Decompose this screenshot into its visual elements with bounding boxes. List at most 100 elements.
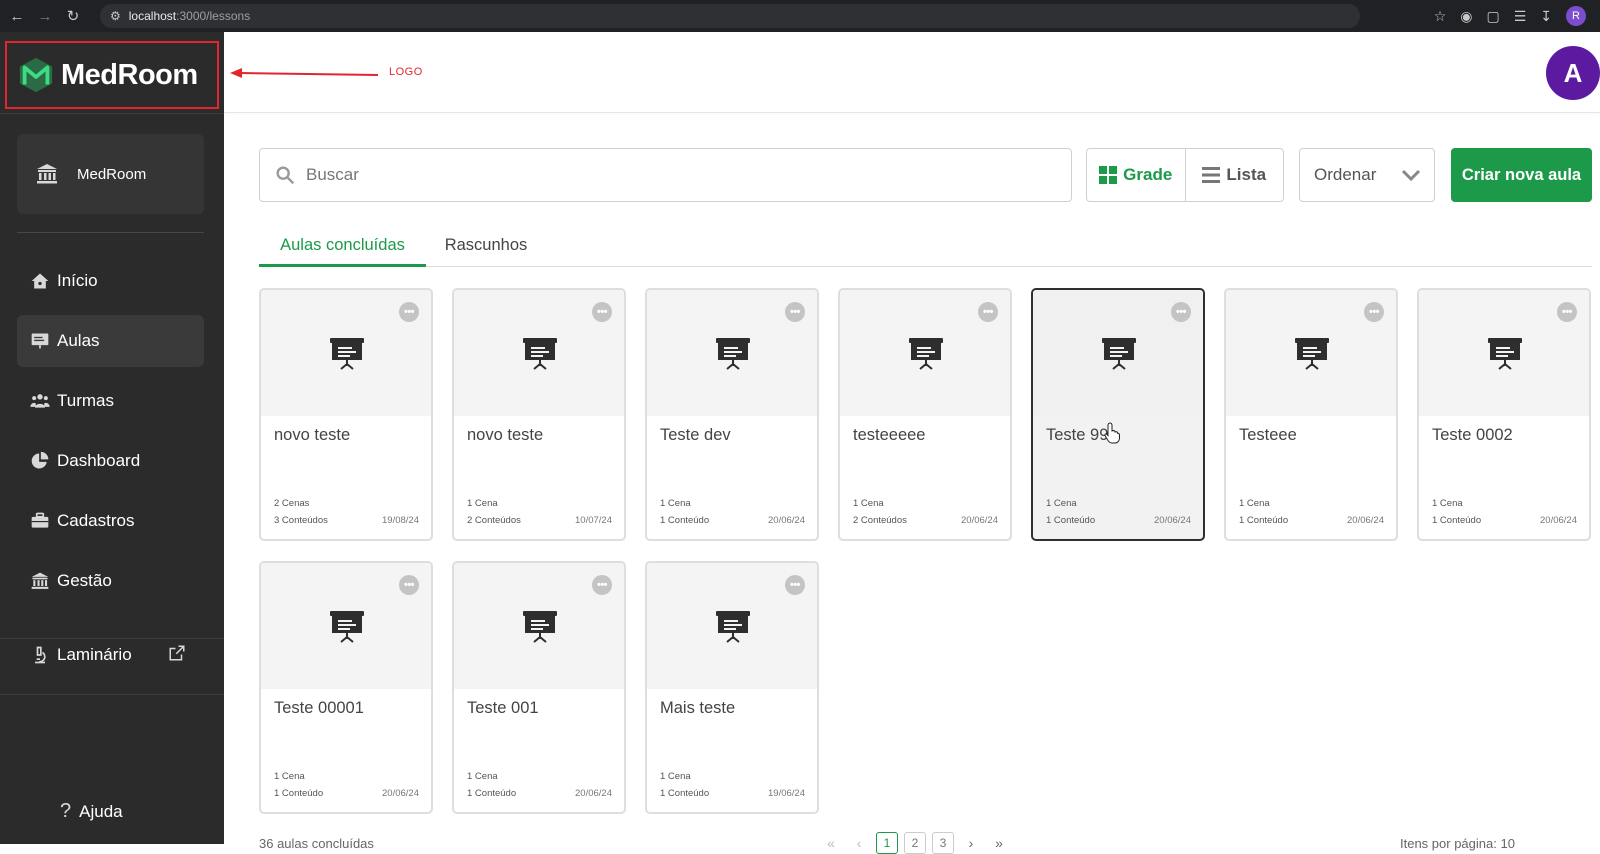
lesson-scenes: 1 Cena [467,771,498,782]
more-options-icon[interactable]: ••• [399,575,419,595]
reload-icon[interactable]: ↻ [62,5,84,27]
sidebar-item-label: Início [57,271,98,290]
lesson-board-icon [330,338,364,370]
lesson-title: Teste 00001 [274,699,364,717]
sidebar-item-gestao[interactable]: Gestão [17,555,204,607]
sidebar-item-label: Dashboard [57,451,141,470]
lesson-board-icon [1295,338,1329,370]
lesson-contents: 1 Conteúdo [660,788,710,799]
tab-drafts[interactable]: Rascunhos [426,232,546,267]
media-icon[interactable]: ☰ [1514,8,1527,25]
page-button[interactable]: 2 [904,832,926,854]
more-options-icon[interactable]: ••• [785,575,805,595]
lesson-thumbnail: ••• [454,290,624,416]
lesson-card[interactable]: ••• novo teste 1 Cena 2 Conteúdos 10/07/… [452,288,626,541]
lesson-contents: 1 Conteúdo [1046,515,1096,526]
extension-bulb-icon[interactable]: ◉ [1460,8,1472,25]
star-icon[interactable]: ☆ [1434,8,1447,25]
lesson-card[interactable]: ••• Teste 0002 1 Cena 1 Conteúdo 20/06/2… [1417,288,1591,541]
lesson-contents: 1 Conteúdo [1239,515,1289,526]
lesson-card[interactable]: ••• novo teste 2 Cenas 3 Conteúdos 19/08… [259,288,433,541]
lesson-card[interactable]: ••• Teste 00001 1 Cena 1 Conteúdo 20/06/… [259,561,433,814]
lesson-card[interactable]: ••• Teste dev 1 Cena 1 Conteúdo 20/06/24 [645,288,819,541]
lesson-scenes: 1 Cena [274,771,305,782]
lesson-board-icon [330,611,364,643]
lesson-card[interactable]: ••• Teste 99 1 Cena 1 Conteúdo 20/06/24 [1031,288,1205,541]
lesson-title: Teste 99 [1046,426,1109,444]
lesson-thumbnail: ••• [1033,290,1203,416]
lesson-card[interactable]: ••• Testeee 1 Cena 1 Conteúdo 20/06/24 [1224,288,1398,541]
lesson-scenes: 1 Cena [660,771,691,782]
lesson-scenes: 1 Cena [1046,498,1077,509]
sidebar-divider [0,694,224,695]
more-options-icon[interactable]: ••• [592,302,612,322]
organization-card[interactable]: MedRoom [17,134,204,214]
lesson-board-icon [523,338,557,370]
logo[interactable]: MedRoom [5,41,219,109]
sidebar-item-cadastros[interactable]: Cadastros [17,495,204,547]
search-box[interactable] [259,148,1072,202]
user-avatar[interactable]: A [1546,46,1600,100]
back-arrow-icon[interactable]: ← [6,5,28,27]
lesson-date: 20/06/24 [1540,515,1577,526]
chevron-down-icon [1401,169,1421,182]
first-page-icon[interactable]: « [820,835,842,851]
more-options-icon[interactable]: ••• [1171,302,1191,322]
address-bar[interactable]: ⚙ localhost :3000/lessons [100,4,1360,28]
browser-profile-avatar[interactable]: R [1566,6,1586,26]
lesson-date: 20/06/24 [1347,515,1384,526]
lesson-card[interactable]: ••• Mais teste 1 Cena 1 Conteúdo 19/06/2… [645,561,819,814]
lesson-scenes: 1 Cena [467,498,498,509]
last-page-icon[interactable]: » [988,835,1010,851]
site-info-icon[interactable]: ⚙ [110,9,121,23]
pie-chart-icon [29,450,51,472]
grid-view-button[interactable]: Grade [1087,149,1186,201]
page-button[interactable]: 3 [932,832,954,854]
more-options-icon[interactable]: ••• [399,302,419,322]
bank-icon [29,570,51,592]
next-page-icon[interactable]: › [960,835,982,851]
download-icon[interactable]: ↧ [1540,8,1552,25]
sidebar-item-dashboard[interactable]: Dashboard [17,435,204,487]
organization-name: MedRoom [77,165,147,183]
lesson-contents: 3 Conteúdos [274,515,328,526]
more-options-icon[interactable]: ••• [1364,302,1384,322]
forward-arrow-icon[interactable]: → [34,5,56,27]
logo-text: MedRoom [61,58,198,91]
lesson-card[interactable]: ••• testeeeee 1 Cena 2 Conteúdos 20/06/2… [838,288,1012,541]
lesson-card[interactable]: ••• Teste 001 1 Cena 1 Conteúdo 20/06/24 [452,561,626,814]
sidebar-item-laminario[interactable]: Laminário [17,628,204,682]
lesson-title: Teste 0002 [1432,426,1513,444]
sidebar-item-label: Cadastros [57,511,135,530]
users-icon [29,390,51,412]
help-link[interactable]: ? Ajuda [60,800,123,823]
create-lesson-button[interactable]: Criar nova aula [1451,148,1592,202]
lesson-date: 20/06/24 [1154,515,1191,526]
sidebar-item-aulas[interactable]: Aulas [17,315,204,367]
puzzle-icon[interactable]: ▢ [1486,8,1499,25]
prev-page-icon[interactable]: ‹ [848,835,870,851]
external-link-icon[interactable] [168,644,186,662]
briefcase-icon [29,510,51,532]
more-options-icon[interactable]: ••• [785,302,805,322]
annotation-label: LOGO [389,66,423,78]
mouse-cursor-icon [1104,422,1120,444]
lesson-date: 20/06/24 [382,788,419,799]
sidebar-item-inicio[interactable]: Início [17,255,204,307]
tab-completed-lessons[interactable]: Aulas concluídas [259,232,426,267]
grid-icon [1099,166,1118,184]
sort-select[interactable]: Ordenar [1299,148,1435,202]
help-label: Ajuda [79,801,123,821]
list-view-button[interactable]: Lista [1186,149,1284,201]
sidebar-item-turmas[interactable]: Turmas [17,375,204,427]
search-input[interactable] [306,165,1046,185]
lesson-title: Teste dev [660,426,731,444]
sidebar-item-label: Gestão [57,571,112,590]
page-button[interactable]: 1 [876,832,898,854]
more-options-icon[interactable]: ••• [1557,302,1577,322]
more-options-icon[interactable]: ••• [978,302,998,322]
lesson-contents: 1 Conteúdo [467,788,517,799]
lesson-board-icon [523,611,557,643]
more-options-icon[interactable]: ••• [592,575,612,595]
browser-toolbar: ← → ↻ ⚙ localhost :3000/lessons ☆ ◉ ▢ ☰ … [0,0,1600,32]
